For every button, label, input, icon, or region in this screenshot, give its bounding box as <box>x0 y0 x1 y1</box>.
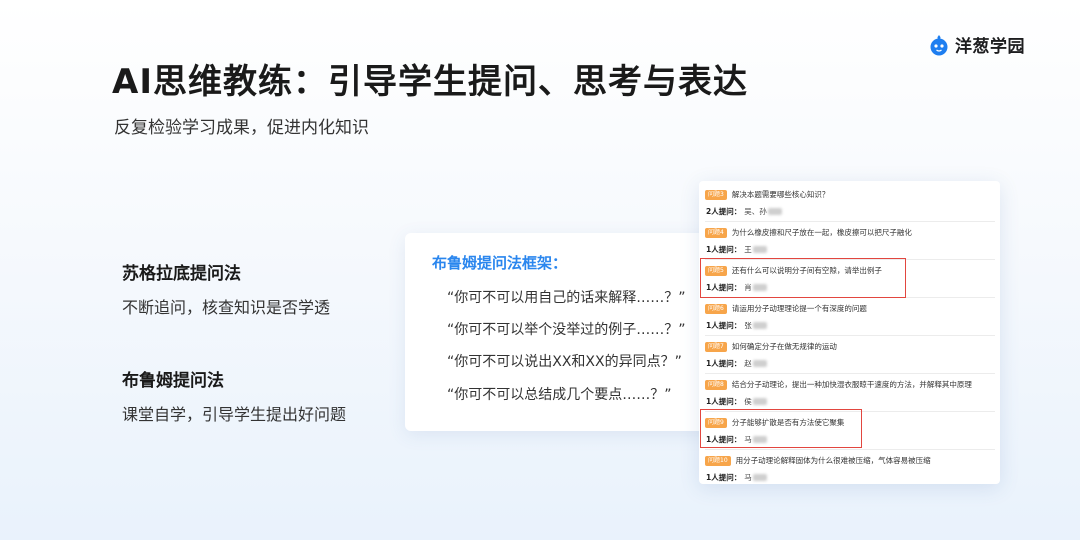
question-text: 用分子动理论解释固体为什么很难被压缩，气体容易被压缩 <box>735 456 931 465</box>
question-item: 问题7 如何确定分子在做无规律的运动 1人提问：赵 <box>705 339 995 373</box>
blurred-name <box>767 208 782 215</box>
question-text: 请运用分子动理理论提一个有深度的问题 <box>731 304 867 313</box>
question-badge: 问题7 <box>705 341 727 352</box>
bloom-heading: 布鲁姆提问法框架： <box>432 254 568 272</box>
bloom-framework-card: 布鲁姆提问法框架： “你可不可以用自己的话来解释……？” “你可不可以举个没举过… <box>405 233 725 431</box>
page-subtitle: 反复检验学习成果，促进内化知识 <box>114 118 369 138</box>
question-item: 问题10 用分子动理论解释固体为什么很难被压缩，气体容易被压缩 1人提问：马 <box>705 453 995 487</box>
question-names: 侯 <box>744 397 752 406</box>
question-count: 1人提问： <box>706 473 742 482</box>
question-badge: 问题3 <box>705 189 727 200</box>
question-names: 赵 <box>744 359 752 368</box>
divider <box>705 335 995 336</box>
brand-logo: 洋葱学园 <box>928 32 1025 57</box>
bloom-question: “你可不可以用自己的话来解释……？” <box>447 290 686 306</box>
blurred-name <box>752 360 767 367</box>
bloom-question: “你可不可以说出XX和XX的异同点？” <box>447 354 682 370</box>
method-name: 苏格拉底提问法 <box>122 264 241 284</box>
question-badge: 问题8 <box>705 379 727 390</box>
question-badge: 问题10 <box>705 455 731 466</box>
question-item: 问题4 为什么橡皮擦和尺子放在一起，橡皮擦可以把尺子融化 1人提问：王 <box>705 225 995 259</box>
blurred-name <box>752 246 767 253</box>
method-desc: 课堂自学，引导学生提出好问题 <box>122 405 347 424</box>
method-desc: 不断追问，核查知识是否学透 <box>122 298 331 317</box>
question-count: 1人提问： <box>706 397 742 406</box>
divider <box>705 449 995 450</box>
question-names: 张 <box>744 321 752 330</box>
divider <box>705 221 995 222</box>
method-socratic: 苏格拉底提问法 不断追问，核查知识是否学透 <box>122 259 330 318</box>
highlight-box <box>700 258 906 298</box>
onion-mascot-icon <box>930 34 948 55</box>
question-item: 问题6 请运用分子动理理论提一个有深度的问题 1人提问：张 <box>705 301 995 335</box>
bloom-question: “你可不可以举个没举过的例子……？” <box>447 322 686 338</box>
question-badge: 问题4 <box>705 227 727 238</box>
question-names: 马 <box>744 473 752 482</box>
blurred-name <box>752 322 767 329</box>
page-title: AI思维教练：引导学生提问、思考与表达 <box>112 62 748 102</box>
question-count: 1人提问： <box>706 321 742 330</box>
question-count: 1人提问： <box>706 359 742 368</box>
question-item: 问题3 解决本题需要哪些核心知识？ 2人提问： 吴、孙 <box>705 187 995 221</box>
blurred-name <box>752 474 767 481</box>
question-text: 如何确定分子在做无规律的运动 <box>731 342 837 351</box>
question-text: 为什么橡皮擦和尺子放在一起，橡皮擦可以把尺子融化 <box>731 228 912 237</box>
question-count: 1人提问： <box>706 245 742 254</box>
method-bloom: 布鲁姆提问法 课堂自学，引导学生提出好问题 <box>122 366 346 425</box>
blurred-name <box>752 398 767 405</box>
question-names: 吴、孙 <box>744 207 767 216</box>
question-text: 解决本题需要哪些核心知识？ <box>731 190 830 199</box>
question-badge: 问题6 <box>705 303 727 314</box>
divider <box>705 373 995 374</box>
highlight-box <box>700 409 862 448</box>
question-names: 王 <box>744 245 752 254</box>
method-name: 布鲁姆提问法 <box>122 371 224 391</box>
question-text: 结合分子动理论，提出一种加快湿衣服晾干速度的方法，并解释其中原理 <box>731 380 972 389</box>
question-count: 2人提问： <box>706 207 742 216</box>
question-item: 问题8 结合分子动理论，提出一种加快湿衣服晾干速度的方法，并解释其中原理 1人提问… <box>705 377 995 411</box>
bloom-question: “你可不可以总结成几个要点……？” <box>447 387 672 403</box>
brand-name: 洋葱学园 <box>955 37 1025 57</box>
